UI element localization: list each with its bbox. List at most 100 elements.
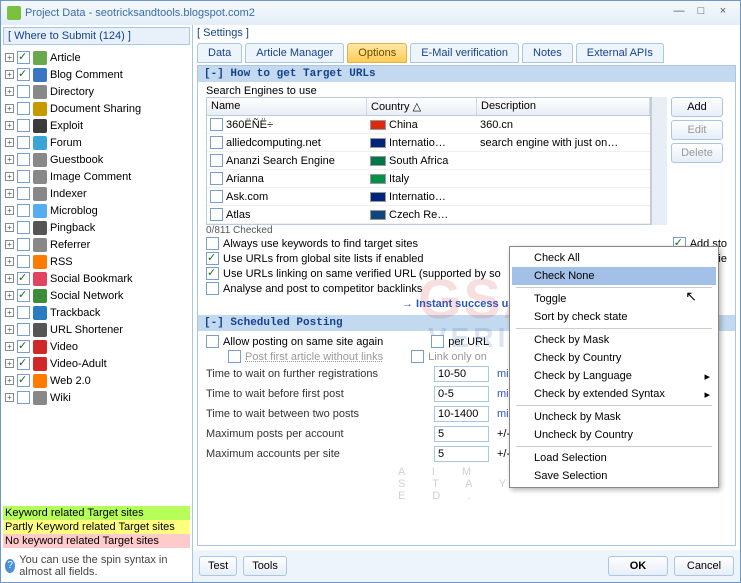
value-input[interactable] (434, 426, 489, 442)
row-checkbox[interactable] (210, 118, 223, 131)
category-item[interactable]: +URL Shortener (5, 321, 188, 338)
expand-icon[interactable]: + (5, 53, 14, 62)
category-checkbox[interactable] (17, 119, 30, 132)
category-checkbox[interactable] (17, 391, 30, 404)
expand-icon[interactable]: + (5, 393, 14, 402)
table-row[interactable]: AtlasCzech Re… (207, 206, 650, 224)
expand-icon[interactable]: + (5, 308, 14, 317)
tab-notes[interactable]: Notes (522, 43, 573, 63)
cancel-button[interactable]: Cancel (674, 556, 734, 576)
category-checkbox[interactable] (17, 102, 30, 115)
col-name[interactable]: Name (207, 98, 367, 115)
category-item[interactable]: +Forum (5, 134, 188, 151)
menu-check-by-extended-syntax[interactable]: Check by extended Syntax▸ (512, 385, 716, 403)
expand-icon[interactable]: + (5, 291, 14, 300)
menu-check-all[interactable]: Check All (512, 249, 716, 267)
category-item[interactable]: +RSS (5, 253, 188, 270)
expand-icon[interactable]: + (5, 172, 14, 181)
menu-check-by-mask[interactable]: Check by Mask (512, 331, 716, 349)
menu-sort-by-check-state[interactable]: Sort by check state (512, 308, 716, 326)
table-row[interactable]: Ananzi Search EngineSouth Africa (207, 152, 650, 170)
maximize-button[interactable]: □ (690, 5, 712, 21)
category-checkbox[interactable] (17, 238, 30, 251)
category-item[interactable]: +Video (5, 338, 188, 355)
col-description[interactable]: Description (477, 98, 650, 115)
category-item[interactable]: +Article (5, 49, 188, 66)
category-item[interactable]: +Referrer (5, 236, 188, 253)
edit-button[interactable]: Edit (671, 120, 723, 140)
table-row[interactable]: AriannaItaly (207, 170, 650, 188)
minimize-button[interactable]: — (668, 5, 690, 21)
category-item[interactable]: +Guestbook (5, 151, 188, 168)
category-item[interactable]: +Web 2.0 (5, 372, 188, 389)
expand-icon[interactable]: + (5, 70, 14, 79)
category-item[interactable]: +Blog Comment (5, 66, 188, 83)
postfirst-checkbox[interactable] (228, 350, 241, 363)
value-input[interactable] (434, 446, 489, 462)
category-item[interactable]: +Image Comment (5, 168, 188, 185)
tab-external-apis[interactable]: External APIs (576, 43, 664, 63)
category-checkbox[interactable] (17, 85, 30, 98)
kw-checkbox[interactable] (206, 237, 219, 250)
category-checkbox[interactable] (17, 153, 30, 166)
delete-button[interactable]: Delete (671, 143, 723, 163)
linkonly-checkbox[interactable] (411, 350, 424, 363)
category-tree[interactable]: +Article+Blog Comment+Directory+Document… (1, 47, 192, 504)
row-checkbox[interactable] (210, 190, 223, 203)
category-checkbox[interactable] (17, 136, 30, 149)
category-checkbox[interactable] (17, 340, 30, 353)
table-row[interactable]: 360ËÑË÷China360.cn (207, 116, 650, 134)
expand-icon[interactable]: + (5, 376, 14, 385)
category-checkbox[interactable] (17, 170, 30, 183)
category-item[interactable]: +Document Sharing (5, 100, 188, 117)
category-checkbox[interactable] (17, 374, 30, 387)
menu-check-by-country[interactable]: Check by Country (512, 349, 716, 367)
tab-data[interactable]: Data (197, 43, 242, 63)
global-checkbox[interactable] (206, 252, 219, 265)
value-input[interactable] (434, 406, 489, 422)
expand-icon[interactable]: + (5, 359, 14, 368)
table-scrollbar[interactable] (651, 97, 667, 225)
add-button[interactable]: Add (671, 97, 723, 117)
expand-icon[interactable]: + (5, 240, 14, 249)
test-button[interactable]: Test (199, 556, 237, 576)
search-engine-table[interactable]: Name Country △ Description 360ËÑË÷China3… (206, 97, 651, 225)
per-url-checkbox[interactable] (431, 335, 444, 348)
sameurl-checkbox[interactable] (206, 267, 219, 280)
ok-button[interactable]: OK (608, 556, 668, 576)
row-checkbox[interactable] (210, 154, 223, 167)
row-checkbox[interactable] (210, 208, 223, 221)
category-checkbox[interactable] (17, 357, 30, 370)
tab-e-mail-verification[interactable]: E-Mail verification (410, 43, 519, 63)
category-checkbox[interactable] (17, 187, 30, 200)
value-input[interactable] (434, 386, 489, 402)
expand-icon[interactable]: + (5, 206, 14, 215)
close-button[interactable]: × (712, 5, 734, 21)
allow-same-site-checkbox[interactable] (206, 335, 219, 348)
expand-icon[interactable]: + (5, 223, 14, 232)
row-checkbox[interactable] (210, 172, 223, 185)
category-item[interactable]: +Social Bookmark (5, 270, 188, 287)
category-item[interactable]: +Directory (5, 83, 188, 100)
expand-icon[interactable]: + (5, 121, 14, 130)
expand-icon[interactable]: + (5, 104, 14, 113)
category-item[interactable]: +Wiki (5, 389, 188, 406)
tab-options[interactable]: Options (347, 43, 407, 63)
menu-load-selection[interactable]: Load Selection (512, 449, 716, 467)
expand-icon[interactable]: + (5, 274, 14, 283)
tools-button[interactable]: Tools (243, 556, 287, 576)
col-country[interactable]: Country △ (367, 98, 477, 115)
category-checkbox[interactable] (17, 221, 30, 234)
category-item[interactable]: +Exploit (5, 117, 188, 134)
table-row[interactable]: Ask.comInternatio… (207, 188, 650, 206)
competitor-checkbox[interactable] (206, 282, 219, 295)
expand-icon[interactable]: + (5, 138, 14, 147)
expand-icon[interactable]: + (5, 155, 14, 164)
section-target-urls-header[interactable]: [-] How to get Target URLs (198, 66, 735, 82)
menu-uncheck-by-country[interactable]: Uncheck by Country (512, 426, 716, 444)
category-checkbox[interactable] (17, 204, 30, 217)
category-checkbox[interactable] (17, 255, 30, 268)
expand-icon[interactable]: + (5, 325, 14, 334)
tab-article-manager[interactable]: Article Manager (245, 43, 344, 63)
category-checkbox[interactable] (17, 68, 30, 81)
